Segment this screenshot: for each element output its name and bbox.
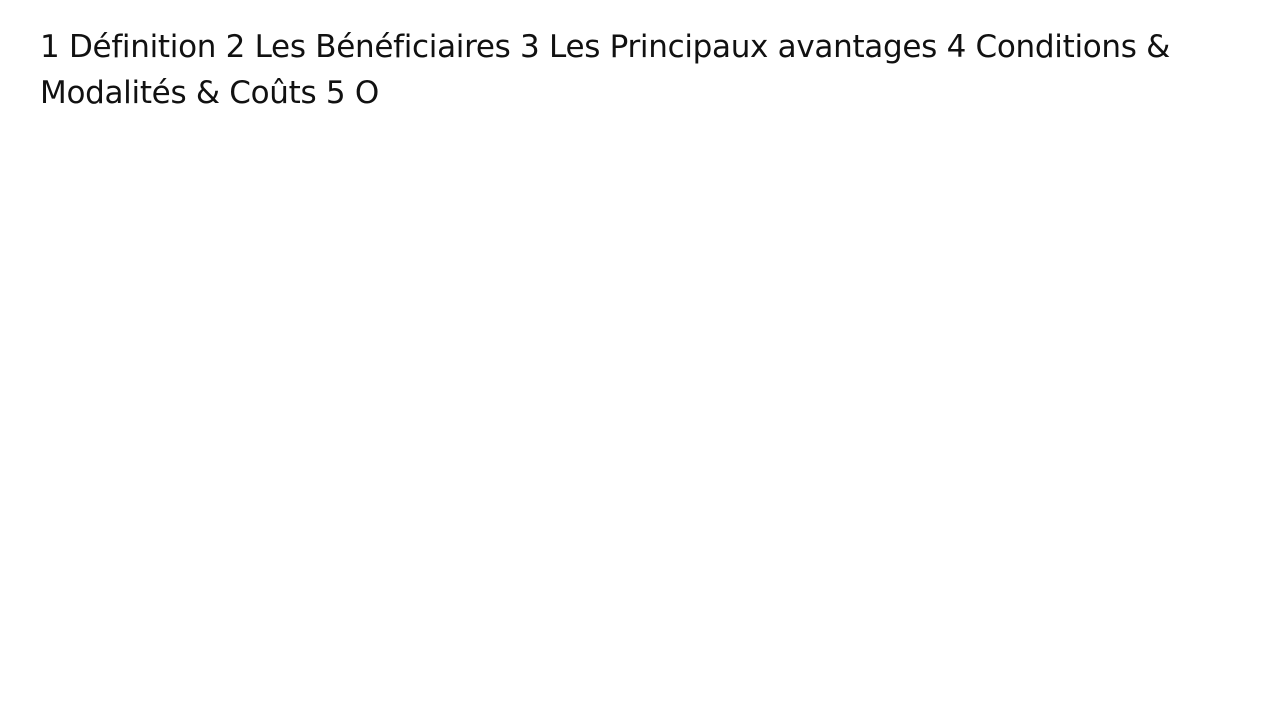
slide: 1 Définition 2 Les Bénéficiaires 3 Les P… [0,0,1280,720]
outline-item-5: 5 O [325,75,379,111]
outline-item-beneficiaires: 2 Les Bénéficiaires [225,29,511,65]
outline-item-definition: 1 Définition [40,29,217,65]
slide-outline-heading: 1 Définition 2 Les Bénéficiaires 3 Les P… [40,24,1240,116]
outline-item-avantages: 3 Les Principaux avantages [520,29,937,65]
